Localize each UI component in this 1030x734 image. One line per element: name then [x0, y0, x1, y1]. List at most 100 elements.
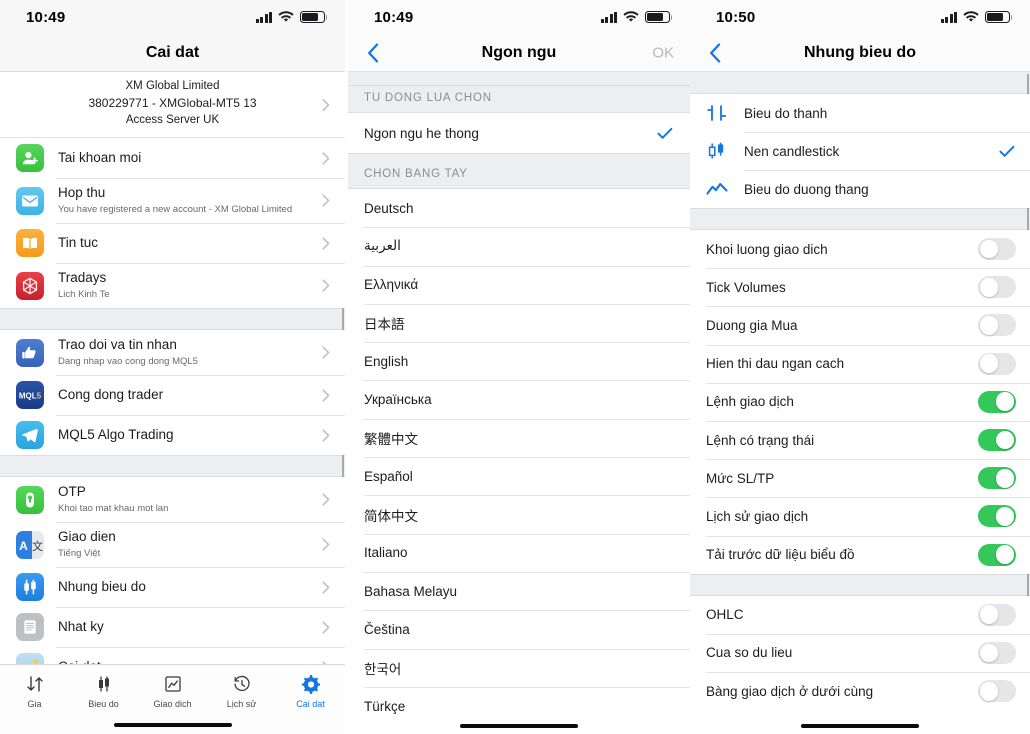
chart-type-bar[interactable]: Bieu do thanh — [690, 94, 1030, 132]
tab-label: Bieu do — [88, 699, 119, 709]
list-item-mql5-algo-trading[interactable]: MQL5 Algo Trading — [0, 415, 345, 455]
back-chevron-icon[interactable] — [702, 40, 728, 66]
settings-icon — [16, 653, 44, 664]
tab-bieu-do[interactable]: Bieu do — [69, 673, 138, 709]
charts-scroll-area[interactable]: Bieu do thanh Nen candlestick Bieu do du… — [690, 72, 1030, 734]
list-item-nhat-ky[interactable]: Nhat ky — [0, 607, 345, 647]
home-indicator — [460, 723, 578, 728]
list-item-subtitle: Khoi tao mat khau mot lan — [58, 503, 169, 514]
language-item-simplified-chinese[interactable]: 简体中文 — [348, 495, 690, 534]
toggle-switch[interactable] — [978, 505, 1016, 528]
language-item-czech[interactable]: Čeština — [348, 610, 690, 649]
chart-type-candlestick[interactable]: Nen candlestick — [690, 132, 1030, 170]
list-item-tradays[interactable]: Tradays Lich Kinh Te — [0, 263, 345, 308]
toggle-switch[interactable] — [978, 314, 1016, 337]
language-label: 简体中文 — [364, 508, 418, 524]
chart-type-label: Bieu do duong thang — [744, 181, 869, 197]
tab-gia[interactable]: Gia — [0, 673, 69, 709]
list-item-cong-dong-trader[interactable]: MQL5 Cong dong trader — [0, 375, 345, 415]
language-item-malay[interactable]: Bahasa Melayu — [348, 571, 690, 611]
toggle-switch[interactable] — [978, 429, 1016, 452]
battery-icon — [985, 11, 1013, 23]
status-indicators — [600, 11, 673, 23]
toggle-label: Cua so du lieu — [706, 645, 793, 661]
toggle-switch[interactable] — [978, 238, 1016, 261]
language-item-english[interactable]: English — [348, 342, 690, 381]
list-item-trao-doi-va-tin-nhan[interactable]: Trao doi va tin nhan Dang nhap vao cong … — [0, 330, 345, 375]
list-item-title: Nhung bieu do — [58, 579, 146, 594]
toggle-switch[interactable] — [978, 680, 1016, 703]
toggle-switch[interactable] — [978, 543, 1016, 566]
otp-key-icon — [16, 485, 44, 514]
wifi-icon — [623, 11, 639, 23]
list-item-tai-khoan-moi[interactable]: Tai khoan moi — [0, 138, 345, 178]
list-item-title: Trao doi va tin nhan — [58, 337, 177, 352]
language-label: Ελληνικά — [364, 277, 419, 293]
toggle-switch[interactable] — [978, 467, 1016, 490]
list-item-text: Tai khoan moi — [58, 143, 319, 173]
language-item-korean[interactable]: 한국어 — [348, 648, 690, 687]
chat-icon — [16, 338, 44, 367]
toggle-switch[interactable] — [978, 276, 1016, 299]
settings-scroll-area[interactable]: XM Global Limited 380229771 - XMGlobal-M… — [0, 72, 345, 664]
status-bar-3: 10:50 — [690, 0, 1030, 34]
language-item-deutsch[interactable]: Deutsch — [348, 189, 690, 228]
toggle-label: Lệnh giao dịch — [706, 394, 794, 410]
toggle-row-bang-giao-dich-o-duoi-cung: Bàng giao dịch ở dưới cùng — [690, 672, 1030, 711]
language-item-spanish[interactable]: Español — [348, 457, 690, 496]
chevron-right-icon — [319, 388, 333, 402]
language-item-japanese[interactable]: 日本語 — [348, 303, 690, 343]
language-scroll-area[interactable]: TU DONG LUA CHON Ngon ngu he thong CHON … — [348, 72, 690, 734]
line-chart-icon — [704, 178, 730, 200]
tab-label: Giao dich — [153, 699, 192, 709]
status-clock: 10:50 — [716, 8, 756, 26]
chevron-right-icon — [319, 98, 333, 111]
tab-giao-dich[interactable]: Giao dich — [138, 673, 207, 709]
list-item-title: Hop thu — [58, 185, 106, 200]
toggle-row-tai-truoc-du-lieu-bieu-do: Tải trước dữ liệu biểu đồ — [690, 535, 1030, 574]
toggle-switch[interactable] — [978, 603, 1016, 626]
language-item-arabic[interactable]: العربية — [348, 227, 690, 266]
chart-type-line[interactable]: Bieu do duong thang — [690, 170, 1030, 208]
language-item-greek[interactable]: Ελληνικά — [348, 265, 690, 304]
language-label: Italiano — [364, 545, 408, 561]
chart-type-label: Bieu do thanh — [744, 105, 828, 121]
ok-button[interactable]: OK — [652, 44, 674, 61]
list-item-giao-dien[interactable]: A 文 Giao dien Tiếng Việt — [0, 522, 345, 567]
history-clock-icon — [232, 673, 252, 695]
tab-cai-dat[interactable]: Cai dat — [276, 673, 345, 709]
tab-lich-su[interactable]: Lịch sử — [207, 673, 276, 709]
top-spacer — [690, 72, 1030, 94]
list-item-otp[interactable]: OTP Khoi tao mat khau mot lan — [0, 477, 345, 522]
language-item-system[interactable]: Ngon ngu he thong — [348, 113, 690, 153]
list-item-title: MQL5 Algo Trading — [58, 427, 174, 442]
list-item-nhung-bieu-do[interactable]: Nhung bieu do — [0, 567, 345, 607]
toggle-row-lenh-giao-dich: Lệnh giao dịch — [690, 382, 1030, 421]
language-list: Deutsch العربية Ελληνικά 日本語 English Укр… — [348, 189, 690, 726]
list-item-cai-dat[interactable]: Cai dat — [0, 647, 345, 664]
cellular-signal-icon — [940, 11, 957, 23]
language-icon: A 文 — [16, 530, 44, 559]
language-item-traditional-chinese[interactable]: 繁體中文 — [348, 418, 690, 458]
list-item-subtitle: You have registered a new account - XM G… — [58, 204, 293, 215]
group-separator — [0, 308, 345, 330]
toggle-row-muc-sl-tp: Mức SL/TP — [690, 459, 1030, 498]
toggle-row-ohlc: OHLC — [690, 595, 1030, 634]
panel-language: 10:49 Ngon ngu OK TU DONG LUA CHON Ngon … — [348, 0, 690, 734]
toggle-row-khoi-luong-giao-dich: Khoi luong giao dich — [690, 230, 1030, 269]
language-item-ukrainian[interactable]: Українська — [348, 380, 690, 419]
language-item-turkish[interactable]: Türkçe — [348, 686, 690, 726]
language-item-italian[interactable]: Italiano — [348, 533, 690, 572]
chevron-right-icon — [319, 151, 333, 165]
battery-icon — [645, 11, 673, 23]
back-chevron-icon[interactable] — [360, 40, 386, 66]
group-separator — [690, 208, 1030, 230]
toggle-switch[interactable] — [978, 641, 1016, 664]
wifi-icon — [278, 11, 294, 23]
account-header[interactable]: XM Global Limited 380229771 - XMGlobal-M… — [0, 72, 345, 138]
list-item-hop-thu[interactable]: Hop thu You have registered a new accoun… — [0, 178, 345, 223]
toggle-switch[interactable] — [978, 390, 1016, 413]
toggle-switch[interactable] — [978, 352, 1016, 375]
list-item-tin-tuc[interactable]: Tin tuc — [0, 223, 345, 263]
list-item-text: Cong dong trader — [58, 380, 319, 410]
